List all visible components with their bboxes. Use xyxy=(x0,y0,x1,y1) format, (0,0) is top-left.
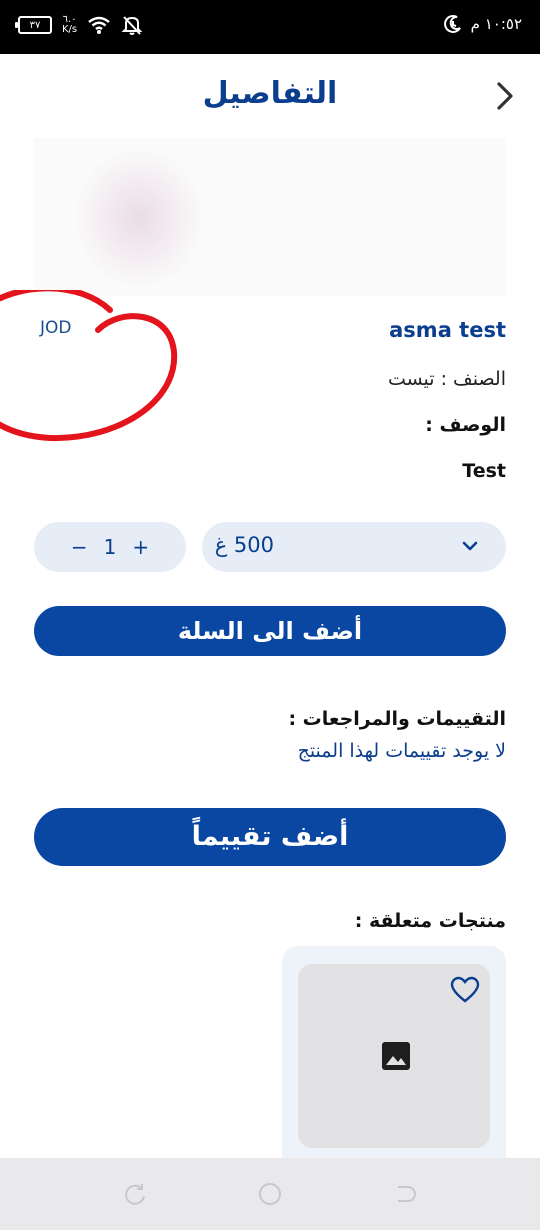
dnd-moon-icon xyxy=(443,15,461,33)
system-nav-bar xyxy=(0,1158,540,1230)
related-product-image xyxy=(298,964,490,1148)
page-title: التفاصيل xyxy=(202,76,338,111)
product-image xyxy=(34,138,506,296)
weight-select[interactable]: 500 غ xyxy=(202,522,506,572)
nav-recents-icon[interactable] xyxy=(123,1182,147,1206)
annotation-circle xyxy=(0,290,178,442)
product-category: الصنف : تيست xyxy=(387,368,506,390)
product-image-blur xyxy=(74,148,204,288)
quantity-stepper: − 1 + xyxy=(34,522,186,572)
weight-selected-value: 500 غ xyxy=(214,533,274,557)
wifi-icon xyxy=(88,16,110,34)
battery-level: ٣٧ xyxy=(29,19,41,31)
status-right: ١٠:٥٢ م xyxy=(443,14,522,34)
net-speed: ٦.٠ K/s xyxy=(62,15,77,35)
bell-off-icon xyxy=(121,16,143,35)
image-placeholder-icon xyxy=(382,1042,410,1070)
quantity-value: 1 xyxy=(103,535,117,559)
heart-icon[interactable] xyxy=(450,976,480,1004)
add-review-button[interactable]: أضف تقييماً xyxy=(34,808,506,866)
battery-icon: ٣٧ xyxy=(15,16,52,34)
status-time: ١٠:٥٢ م xyxy=(470,15,522,33)
add-to-cart-button[interactable]: أضف الى السلة xyxy=(34,606,506,656)
nav-back-icon[interactable] xyxy=(393,1182,417,1206)
related-product-card[interactable] xyxy=(282,946,506,1176)
nav-home-icon[interactable] xyxy=(258,1182,282,1206)
reviews-empty-message: لا يوجد تقييمات لهذا المنتج xyxy=(297,740,506,762)
decrement-button[interactable]: − xyxy=(71,535,88,559)
increment-button[interactable]: + xyxy=(132,535,149,559)
header: التفاصيل xyxy=(0,54,540,140)
related-products-label: منتجات متعلقة : xyxy=(354,910,506,932)
product-name: asma test xyxy=(389,318,506,342)
chevron-down-icon xyxy=(462,541,478,551)
description-label: الوصف : xyxy=(425,414,506,436)
net-speed-unit: K/s xyxy=(62,24,78,35)
status-bar: ٣٧ ٦.٠ K/s ١٠:٥٢ م xyxy=(0,0,540,54)
description-value: Test xyxy=(462,460,506,482)
status-left: ٣٧ ٦.٠ K/s xyxy=(15,14,143,36)
reviews-label: التقييمات والمراجعات : xyxy=(288,708,506,730)
back-chevron-icon[interactable] xyxy=(490,76,520,116)
